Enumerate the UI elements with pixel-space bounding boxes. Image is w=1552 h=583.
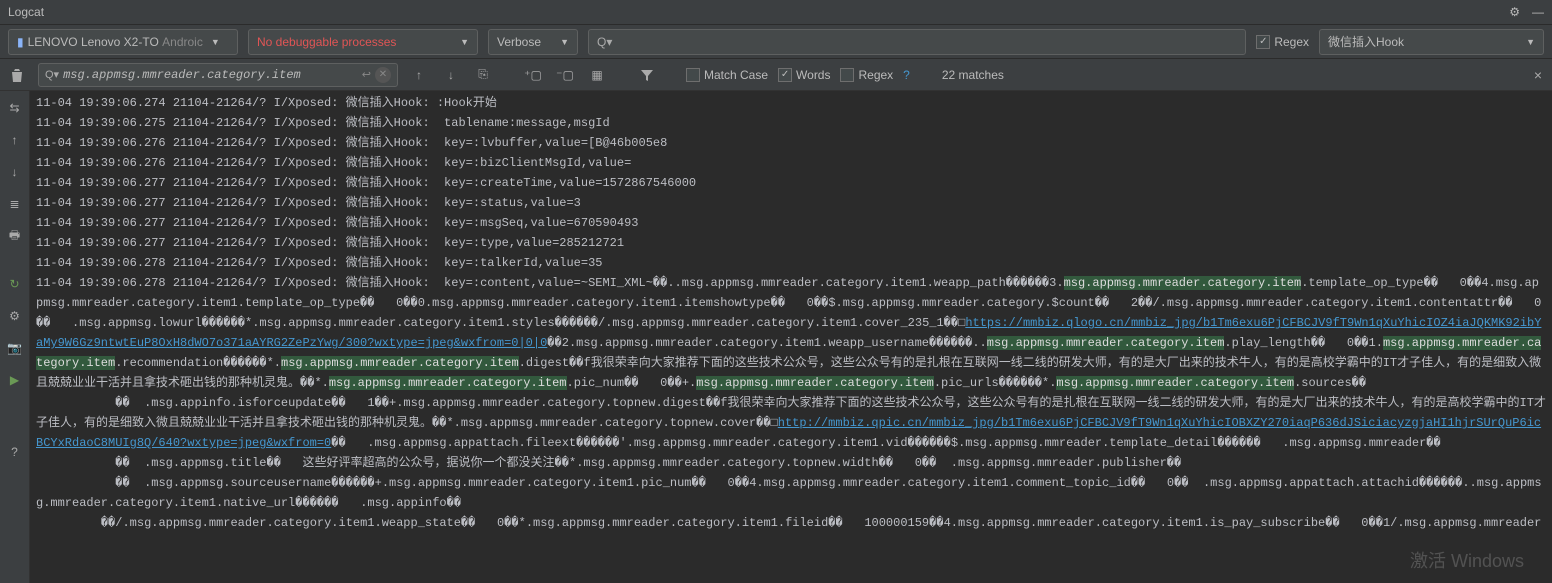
search-highlight: msg.appmsg.mmreader.category.item bbox=[1064, 276, 1302, 290]
log-line: 11-04 19:39:06.278 21104-21264/? I/Xpose… bbox=[36, 253, 1546, 273]
search-highlight: msg.appmsg.mmreader.category.item bbox=[329, 376, 567, 390]
loglevel-dropdown[interactable]: Verbose ▼ bbox=[488, 29, 578, 55]
main-toolbar: ▮ LENOVO Lenovo X2-TO Androic ▼ No debug… bbox=[0, 25, 1552, 59]
url-link[interactable]: https://mmbiz.qlogo.cn/mmbiz_jpg/b1Tm6ex… bbox=[36, 316, 1541, 350]
match-case-label: Match Case bbox=[704, 68, 768, 82]
words-wrap[interactable]: Words bbox=[778, 68, 830, 82]
camera-icon[interactable]: 📷 bbox=[4, 337, 26, 359]
log-output[interactable]: 11-04 19:39:06.274 21104-21264/? I/Xpose… bbox=[30, 91, 1552, 583]
log-line: 11-04 19:39:06.277 21104-21264/? I/Xpose… bbox=[36, 213, 1546, 233]
print-icon[interactable]: 🖶 bbox=[4, 225, 26, 247]
log-line: �� .msg.appmsg.sourceusername������+.msg… bbox=[36, 473, 1546, 513]
log-line: 11-04 19:39:06.274 21104-21264/? I/Xpose… bbox=[36, 93, 1546, 113]
close-findbar-icon[interactable]: × bbox=[1530, 67, 1546, 83]
restart-icon[interactable]: ↻ bbox=[4, 273, 26, 295]
log-search-box[interactable]: Q▾ bbox=[588, 29, 1246, 55]
next-match-icon[interactable]: ↓ bbox=[440, 64, 462, 86]
loglevel-label: Verbose bbox=[497, 35, 541, 49]
device-dropdown[interactable]: ▮ LENOVO Lenovo X2-TO Androic ▼ bbox=[8, 29, 238, 55]
find-box[interactable]: Q▾ ↩ ✕ bbox=[38, 63, 398, 87]
device-name: LENOVO Lenovo X2-TO bbox=[28, 35, 159, 49]
words-label: Words bbox=[796, 68, 830, 82]
search-icon: Q▾ bbox=[597, 35, 612, 49]
wrap-icon[interactable]: ⇆ bbox=[4, 97, 26, 119]
filter-icon[interactable] bbox=[636, 64, 658, 86]
record-icon[interactable]: ▶ bbox=[4, 369, 26, 391]
log-line: 11-04 19:39:06.277 21104-21264/? I/Xpose… bbox=[36, 193, 1546, 213]
help-icon[interactable]: ? bbox=[903, 68, 910, 82]
history-icon[interactable]: ↩ bbox=[362, 68, 371, 81]
help-gutter-icon[interactable]: ? bbox=[4, 441, 26, 463]
find-regex-wrap[interactable]: Regex bbox=[840, 68, 893, 82]
log-line: 11-04 19:39:06.276 21104-21264/? I/Xpose… bbox=[36, 153, 1546, 173]
search-highlight: msg.appmsg.mmreader.category.item bbox=[696, 376, 934, 390]
chevron-down-icon: ▼ bbox=[1526, 37, 1535, 47]
url-link[interactable]: http://mmbiz.qpic.cn/mmbiz_jpg/b1Tm6exu6… bbox=[36, 416, 1541, 450]
soft-wrap-icon[interactable]: ≣ bbox=[4, 193, 26, 215]
words-checkbox[interactable] bbox=[778, 68, 792, 82]
filter-dropdown[interactable]: 微信插入Hook ▼ bbox=[1319, 29, 1544, 55]
pin-icon[interactable]: ⎘ bbox=[472, 64, 494, 86]
log-line: 11-04 19:39:06.277 21104-21264/? I/Xpose… bbox=[36, 233, 1546, 253]
log-line: 11-04 19:39:06.276 21104-21264/? I/Xpose… bbox=[36, 133, 1546, 153]
chevron-down-icon: ▼ bbox=[560, 37, 569, 47]
left-gutter: ⇆ ↑ ↓ ≣ 🖶 ↻ ⚙ 📷 ▶ ? bbox=[0, 91, 30, 583]
prev-match-icon[interactable]: ↑ bbox=[408, 64, 430, 86]
scroll-down-icon[interactable]: ↓ bbox=[4, 161, 26, 183]
regex-label: Regex bbox=[1274, 35, 1309, 49]
find-input[interactable] bbox=[63, 68, 362, 82]
search-highlight: msg.appmsg.mmreader.category.item bbox=[987, 336, 1225, 350]
search-highlight: msg.appmsg.mmreader.category.item bbox=[281, 356, 519, 370]
find-regex-checkbox[interactable] bbox=[840, 68, 854, 82]
log-line: ��/.msg.appmsg.mmreader.category.item1.w… bbox=[36, 513, 1546, 533]
remove-selection-icon[interactable]: ⁻▢ bbox=[554, 64, 576, 86]
find-regex-label: Regex bbox=[858, 68, 893, 82]
regex-checkbox[interactable] bbox=[1256, 35, 1270, 49]
log-search-input[interactable] bbox=[616, 35, 1237, 49]
select-all-icon[interactable]: ▦ bbox=[586, 64, 608, 86]
log-line: 11-04 19:39:06.275 21104-21264/? I/Xpose… bbox=[36, 113, 1546, 133]
find-toolbar: Q▾ ↩ ✕ ↑ ↓ ⎘ ⁺▢ ⁻▢ ▦ Match Case Words Re… bbox=[0, 59, 1552, 91]
titlebar: Logcat ⚙ — bbox=[0, 0, 1552, 25]
device-os: Androic bbox=[162, 35, 203, 49]
search-highlight: msg.appmsg.mmreader.category.item bbox=[1056, 376, 1294, 390]
trash-icon[interactable] bbox=[6, 64, 28, 86]
gear-icon[interactable]: ⚙ bbox=[1509, 5, 1520, 19]
log-line: 11-04 19:39:06.277 21104-21264/? I/Xpose… bbox=[36, 173, 1546, 193]
add-selection-icon[interactable]: ⁺▢ bbox=[522, 64, 544, 86]
match-count: 22 matches bbox=[942, 68, 1004, 82]
filter-label: 微信插入Hook bbox=[1328, 33, 1404, 50]
settings-icon[interactable]: ⚙ bbox=[4, 305, 26, 327]
match-case-checkbox[interactable] bbox=[686, 68, 700, 82]
clear-icon[interactable]: ✕ bbox=[375, 67, 391, 83]
match-case-wrap[interactable]: Match Case bbox=[686, 68, 768, 82]
log-line: �� .msg.appinfo.isforceupdate�� 1��+.msg… bbox=[36, 393, 1546, 453]
search-icon: Q▾ bbox=[45, 68, 59, 81]
log-line: 11-04 19:39:06.278 21104-21264/? I/Xpose… bbox=[36, 273, 1546, 393]
scroll-up-icon[interactable]: ↑ bbox=[4, 129, 26, 151]
window-title: Logcat bbox=[8, 5, 44, 19]
process-label: No debuggable processes bbox=[257, 35, 396, 49]
log-line: �� .msg.appmsg.title�� 这些好评率超高的公众号，据说你一个… bbox=[36, 453, 1546, 473]
regex-checkbox-wrap[interactable]: Regex bbox=[1256, 35, 1309, 49]
chevron-down-icon: ▼ bbox=[211, 37, 220, 47]
chevron-down-icon: ▼ bbox=[460, 37, 469, 47]
process-dropdown[interactable]: No debuggable processes ▼ bbox=[248, 29, 478, 55]
minimize-icon[interactable]: — bbox=[1532, 5, 1544, 19]
phone-icon: ▮ bbox=[17, 35, 24, 49]
